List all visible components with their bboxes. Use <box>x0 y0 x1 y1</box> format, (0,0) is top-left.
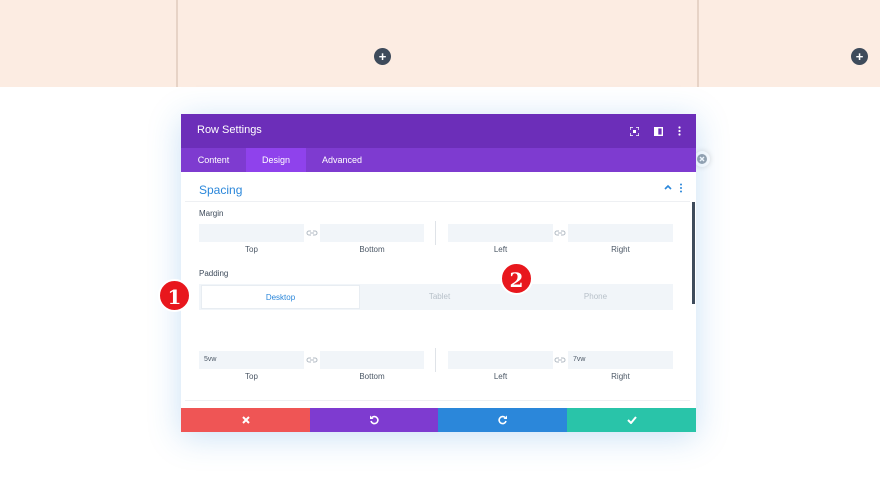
caret-up-icon[interactable] <box>663 182 673 192</box>
modal-body: Spacing Margin Top Bottom Left Right Pad… <box>181 172 696 408</box>
padding-right-label: Right <box>611 372 630 381</box>
device-tab-tablet[interactable]: Tablet <box>361 285 518 309</box>
close-modal-button[interactable] <box>694 151 710 167</box>
undo-button[interactable] <box>310 408 438 432</box>
add-module-button[interactable]: + <box>851 48 868 65</box>
link-icon[interactable] <box>554 356 566 364</box>
link-icon[interactable] <box>306 356 318 364</box>
margin-top-label: Top <box>245 245 258 254</box>
undo-icon <box>370 415 379 425</box>
padding-label: Padding <box>199 269 229 278</box>
close-icon <box>241 416 250 424</box>
device-tab-desktop[interactable]: Desktop <box>201 285 360 309</box>
check-icon <box>626 416 637 424</box>
margin-left-input[interactable] <box>448 224 553 242</box>
link-icon[interactable] <box>306 229 318 237</box>
padding-left-label: Left <box>493 372 508 381</box>
split-view-button[interactable] <box>651 123 665 139</box>
device-tab-phone[interactable]: Phone <box>518 285 673 309</box>
tab-design[interactable]: Design <box>246 148 306 172</box>
field-divider <box>435 348 436 372</box>
link-icon[interactable] <box>554 229 566 237</box>
section-divider <box>185 400 690 401</box>
modal-options-button[interactable] <box>672 123 686 139</box>
tab-content[interactable]: Content <box>181 148 246 172</box>
modal-tabs: Content Design Advanced <box>181 148 696 172</box>
field-divider <box>435 221 436 245</box>
kebab-icon <box>677 126 681 136</box>
padding-top-input[interactable]: 5vw <box>199 351 304 369</box>
plus-icon: + <box>855 49 864 64</box>
padding-top-label: Top <box>245 372 258 381</box>
margin-right-label: Right <box>611 245 630 254</box>
fullscreen-button[interactable] <box>627 123 641 139</box>
padding-bottom-input[interactable] <box>320 351 424 369</box>
margin-left-label: Left <box>493 245 508 254</box>
margin-bottom-label: Bottom <box>359 245 385 254</box>
redo-button[interactable] <box>438 408 567 432</box>
margin-bottom-input[interactable] <box>320 224 424 242</box>
column-divider <box>176 0 178 87</box>
modal-header: Row Settings <box>181 114 696 148</box>
annotation-badge-1: 1 <box>158 279 191 312</box>
padding-bottom-label: Bottom <box>359 372 385 381</box>
section-background <box>0 0 880 87</box>
margin-top-input[interactable] <box>199 224 304 242</box>
discard-button[interactable] <box>181 408 310 432</box>
annotation-badge-2: 2 <box>500 262 533 295</box>
scrollbar[interactable] <box>692 202 695 304</box>
tab-advanced[interactable]: Advanced <box>306 148 378 172</box>
modal-title: Row Settings <box>197 124 262 136</box>
save-button[interactable] <box>567 408 696 432</box>
kebab-icon[interactable] <box>678 183 684 193</box>
column-divider <box>697 0 699 87</box>
plus-icon: + <box>378 49 387 64</box>
margin-label: Margin <box>199 209 224 218</box>
fullscreen-icon <box>629 126 639 136</box>
padding-left-input[interactable] <box>448 351 553 369</box>
spacing-section-title[interactable]: Spacing <box>199 183 242 197</box>
padding-right-input[interactable]: 7vw <box>568 351 673 369</box>
redo-icon <box>497 415 507 425</box>
margin-right-input[interactable] <box>568 224 673 242</box>
row-settings-modal: Row Settings Content Design Advanced Spa… <box>181 114 696 432</box>
close-icon <box>697 154 707 164</box>
section-divider <box>185 201 690 202</box>
columns-icon <box>653 126 663 136</box>
modal-footer <box>181 408 696 432</box>
add-module-button[interactable]: + <box>374 48 391 65</box>
